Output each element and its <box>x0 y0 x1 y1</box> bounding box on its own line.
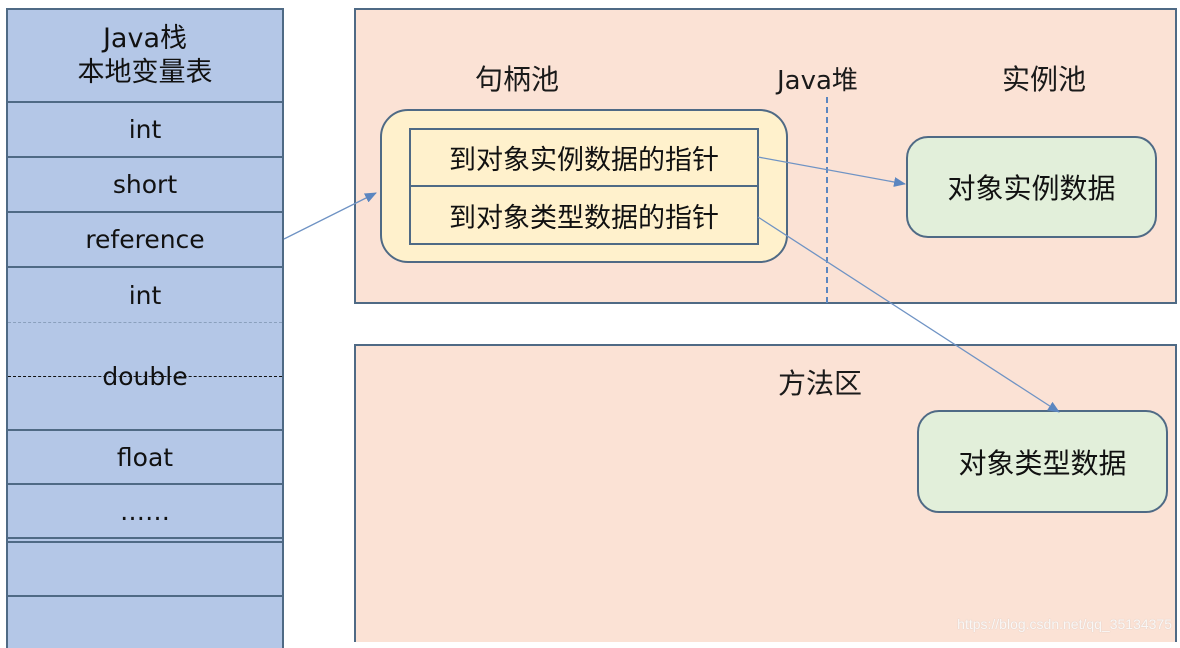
slot-label: double <box>102 361 188 391</box>
stack-header: Java栈 本地变量表 <box>8 10 282 103</box>
instance-data-pointer: 到对象实例数据的指针 <box>411 130 757 187</box>
slot-label: reference <box>85 225 205 254</box>
java-stack-local-variable-table: Java栈 本地变量表 int short reference int doub… <box>6 8 284 648</box>
stack-slot-empty <box>8 597 282 647</box>
instance-data-label: 对象实例数据 <box>947 172 1116 205</box>
slot-label: short <box>112 170 178 199</box>
object-type-data-box: 对象类型数据 <box>917 410 1168 513</box>
stack-slot-float: float <box>8 431 282 485</box>
stack-subtitle: 本地变量表 <box>77 56 213 88</box>
stack-slot-int-2: int <box>8 268 282 323</box>
type-data-label: 对象类型数据 <box>958 446 1127 480</box>
stack-slot-double: double <box>8 323 282 431</box>
heap-divider-dashed-line <box>826 97 828 303</box>
stack-slot-ellipsis: …… <box>8 485 282 543</box>
stack-slot-empty <box>8 543 282 597</box>
slot-label: …… <box>120 496 170 526</box>
stack-slot-int: int <box>8 103 282 158</box>
slot-label: int <box>128 280 162 310</box>
handle-pointer-table: 到对象实例数据的指针 到对象类型数据的指针 <box>409 128 759 245</box>
method-area-label: 方法区 <box>778 367 863 400</box>
java-heap-label: Java堆 <box>777 66 858 96</box>
stack-slot-reference: reference <box>8 213 282 268</box>
stack-title: Java栈 <box>102 22 188 54</box>
instance-pool-label: 实例池 <box>1002 63 1087 96</box>
handle-pool-label: 句柄池 <box>475 63 560 96</box>
stack-slot-short: short <box>8 158 282 213</box>
watermark: https://blog.csdn.net/qq_35134375 <box>957 616 1172 632</box>
object-instance-data-box: 对象实例数据 <box>906 136 1157 238</box>
slot-label: float <box>116 442 174 472</box>
slot-label: int <box>128 115 162 144</box>
type-data-pointer: 到对象类型数据的指针 <box>449 203 719 234</box>
